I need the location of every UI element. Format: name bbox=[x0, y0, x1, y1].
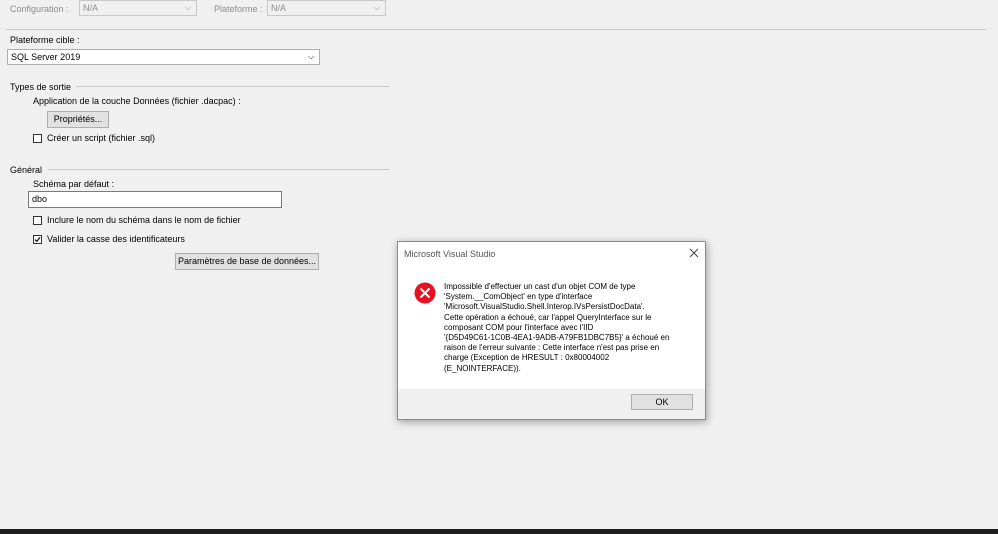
error-message-line: composant COM pour l'interface avec l'II… bbox=[444, 322, 594, 332]
default-schema-input[interactable]: dbo bbox=[28, 191, 282, 208]
error-message-line: 'Microsoft.VisualStudio.Shell.Interop.IV… bbox=[444, 302, 645, 312]
error-dialog: Microsoft Visual Studio Impossible d'eff… bbox=[397, 241, 706, 420]
create-script-label: Créer un script (fichier .sql) bbox=[47, 133, 156, 143]
error-message-line: 'System.__ComObject' en type d'interface bbox=[444, 292, 593, 302]
platform-combo[interactable]: N/A ⌵ bbox=[267, 0, 386, 16]
default-schema-label: Schéma par défaut : bbox=[33, 179, 115, 189]
database-settings-button[interactable]: Paramètres de base de données... bbox=[175, 253, 319, 270]
platform-label: Plateforme : bbox=[214, 4, 263, 14]
platform-value: N/A bbox=[271, 3, 287, 13]
error-message-line: raison de l'erreur suivante : Cette inte… bbox=[444, 343, 660, 353]
include-schema-checkbox[interactable] bbox=[33, 216, 42, 225]
checkmark-icon bbox=[34, 237, 41, 243]
error-message-line: '{D5D49C61-1C0B-4EA1-9ADB-A79FB1DBC7B5}'… bbox=[444, 333, 670, 343]
output-types-group-label: Types de sortie bbox=[10, 82, 72, 92]
error-message-line: charge (Exception de HRESULT : 0x8000400… bbox=[444, 353, 610, 363]
configuration-value: N/A bbox=[83, 3, 99, 13]
create-script-checkbox[interactable] bbox=[33, 134, 42, 143]
dialog-footer: OK bbox=[398, 389, 705, 419]
configuration-label: Configuration : bbox=[10, 4, 69, 14]
chevron-down-icon: ⌵ bbox=[184, 3, 192, 12]
error-message: Impossible d'effectuer un cast d'un obje… bbox=[444, 282, 699, 374]
include-schema-label: Inclure le nom du schéma dans le nom de … bbox=[47, 215, 241, 225]
taskbar-edge bbox=[0, 529, 998, 534]
chevron-down-icon: ⌵ bbox=[307, 52, 315, 61]
ok-button[interactable]: OK bbox=[631, 394, 693, 410]
error-message-line: Cette opération a échoué, car l'appel Qu… bbox=[444, 312, 652, 322]
configuration-combo[interactable]: N/A ⌵ bbox=[79, 0, 197, 16]
close-icon[interactable] bbox=[688, 247, 700, 259]
error-message-line: (E_NOINTERFACE)). bbox=[444, 363, 521, 373]
target-platform-label: Plateforme cible : bbox=[10, 35, 80, 45]
output-types-divider bbox=[76, 86, 389, 87]
dialog-title: Microsoft Visual Studio bbox=[404, 249, 496, 259]
error-message-line: Impossible d'effectuer un cast d'un obje… bbox=[444, 282, 636, 291]
error-icon bbox=[414, 282, 436, 304]
chevron-down-icon: ⌵ bbox=[373, 3, 381, 12]
dacpac-label: Application de la couche Données (fichie… bbox=[33, 96, 241, 106]
general-group-label: Général bbox=[10, 165, 43, 175]
validate-casing-label: Valider la casse des identificateurs bbox=[47, 234, 185, 244]
target-platform-value: SQL Server 2019 bbox=[11, 52, 81, 62]
toolbar-divider bbox=[6, 29, 986, 30]
properties-button[interactable]: Propriétés... bbox=[47, 111, 109, 128]
validate-casing-checkbox[interactable] bbox=[33, 235, 42, 244]
target-platform-combo[interactable]: SQL Server 2019 ⌵ bbox=[7, 49, 320, 65]
general-divider bbox=[48, 169, 389, 170]
